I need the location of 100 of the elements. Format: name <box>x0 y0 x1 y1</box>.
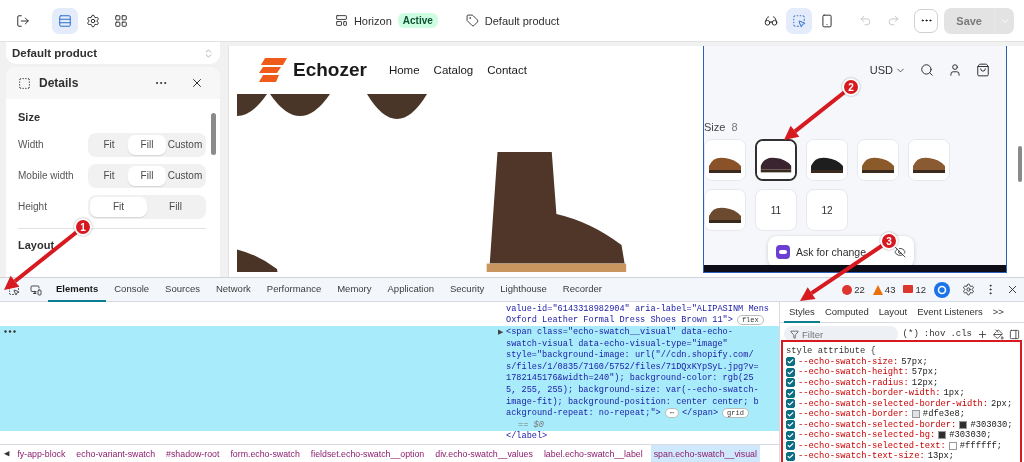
issue-icon <box>903 285 914 294</box>
segment-option[interactable]: Fit <box>90 134 128 155</box>
sidebar-icon <box>1009 328 1020 340</box>
logo-icon <box>259 58 287 82</box>
breadcrumb[interactable]: span.echo-swatch__visual <box>650 445 760 462</box>
size-swatch[interactable]: 11 <box>755 189 797 231</box>
styles-tab[interactable]: Layout <box>873 302 913 323</box>
devtools-tab[interactable]: Memory <box>329 278 380 302</box>
nav-link[interactable]: Home <box>388 64 420 76</box>
segment-option[interactable]: Fit <box>90 165 128 186</box>
nav-link[interactable]: Catalog <box>433 64 474 76</box>
phone-icon <box>820 13 835 28</box>
nav-link[interactable]: Contact <box>487 64 527 76</box>
inspector-button[interactable] <box>786 7 813 34</box>
color-swatch[interactable] <box>911 410 920 419</box>
devtools-tab[interactable]: Elements <box>48 278 107 302</box>
property-name: --echo-swatch-selected-text: <box>798 440 946 451</box>
more-tabs-button[interactable]: >> <box>987 302 1009 323</box>
property-checkbox[interactable] <box>786 388 795 398</box>
code-line: image-fit); background-position: center center; b <box>506 396 759 407</box>
property-checkbox[interactable] <box>786 409 795 419</box>
devtools-tab[interactable]: Security <box>442 278 493 302</box>
styles-tab[interactable]: Computed <box>819 302 874 323</box>
ellipsis-icon[interactable] <box>4 330 16 334</box>
plus-icon <box>977 328 988 340</box>
size-swatch[interactable]: 12 <box>806 189 848 231</box>
segment-option[interactable]: Fit <box>90 196 147 217</box>
filter-tool[interactable]: (*) <box>902 329 919 339</box>
breadcrumb[interactable]: form.echo-swatch <box>227 445 303 462</box>
code-line: 5, 255, 255); background-size: var(--echo-swatch- <box>506 384 759 395</box>
property-name: --echo-swatch-selected-border-width: <box>798 398 989 409</box>
property-checkbox[interactable] <box>786 441 795 451</box>
segment-option[interactable]: Custom <box>166 165 204 186</box>
user-icon <box>948 63 962 77</box>
size-swatch[interactable] <box>755 139 797 181</box>
code-line: value-id="6143318982904" aria-label="ALIPASINM Mens <box>506 303 769 314</box>
segment-option[interactable]: Custom <box>166 134 204 155</box>
ai-assistant-icon[interactable] <box>934 281 950 298</box>
issue-count[interactable]: 12 <box>903 284 926 295</box>
property-checkbox[interactable] <box>786 367 795 377</box>
property-value: #303030; <box>970 419 1013 430</box>
color-swatch[interactable] <box>959 420 968 429</box>
template-select[interactable]: Default product <box>6 42 220 64</box>
code-line: <span class="echo-swatch__visual" data-echo- <box>506 327 733 337</box>
segment-option[interactable]: Fill <box>128 134 166 155</box>
breadcrumb[interactable]: fy-app-block <box>14 445 69 462</box>
section-heading: Layout <box>18 239 56 251</box>
devtools-tab[interactable]: Sources <box>157 278 208 302</box>
segment-option[interactable]: Fill <box>128 165 166 186</box>
bag-icon <box>976 63 990 77</box>
property-name: --echo-swatch-selected-border: <box>798 419 957 430</box>
property-checkbox[interactable] <box>786 357 795 367</box>
undo-icon <box>858 14 872 27</box>
currency-selector[interactable]: USD <box>869 64 893 76</box>
property-checkbox[interactable] <box>786 451 795 461</box>
prompt-label: Ask for change <box>796 246 868 258</box>
property-value: 57px; <box>901 356 928 367</box>
devtools-tab[interactable]: Performance <box>258 278 330 302</box>
apps-icon <box>114 13 128 28</box>
color-swatch[interactable] <box>948 441 957 450</box>
breadcrumb[interactable]: echo-variant-swatch <box>73 445 159 462</box>
segment-option[interactable]: Fill <box>147 196 204 217</box>
field-label: Width <box>18 139 44 150</box>
template-name[interactable]: Default product <box>484 14 560 27</box>
filter-tool[interactable]: :hov <box>923 329 946 339</box>
block-icon <box>18 76 31 90</box>
scroll-left-button[interactable]: ◀ <box>4 448 10 459</box>
code-line: 1782145176&width=240"); background-color: rgb(25 <box>506 373 754 384</box>
breadcrumb[interactable]: #shadow-root <box>163 445 223 462</box>
devtools-tab[interactable]: Lighthouse <box>492 278 555 302</box>
property-checkbox[interactable] <box>786 378 795 388</box>
panel-title: Details <box>39 76 80 90</box>
filter-tool[interactable]: .cls <box>950 329 972 339</box>
property-checkbox[interactable] <box>786 430 795 440</box>
property-checkbox[interactable] <box>786 420 795 430</box>
color-swatch[interactable] <box>938 431 947 440</box>
devtools-tab[interactable]: Console <box>106 278 158 302</box>
filter-input[interactable]: Filter <box>802 328 862 340</box>
property-checkbox[interactable] <box>786 399 795 409</box>
styles-tab[interactable]: Event Listeners <box>912 302 988 323</box>
breadcrumb[interactable]: div.echo-swatch__values <box>432 445 536 462</box>
paint-icon <box>993 328 1004 340</box>
settings-icon <box>86 13 100 28</box>
error-count[interactable]: 22 <box>842 284 865 295</box>
devtools-tab[interactable]: Network <box>207 278 259 302</box>
code-line: </span> <box>681 408 719 419</box>
field-label: Mobile width <box>18 170 74 181</box>
rule-selector: style attribute { <box>786 346 877 357</box>
brand-name[interactable]: Echozer <box>293 59 367 81</box>
breadcrumb[interactable]: label.echo-swatch__label <box>540 445 646 462</box>
tag-icon <box>465 14 479 27</box>
property-value: 12px; <box>911 377 939 388</box>
layout-icon <box>334 14 348 27</box>
chevrons-icon <box>203 47 214 59</box>
devtools-tab[interactable]: Recorder <box>554 278 610 302</box>
breadcrumb[interactable]: fieldset.echo-swatch__option <box>307 445 428 462</box>
warning-count[interactable]: 43 <box>872 284 896 295</box>
property-value: 57px; <box>911 367 939 378</box>
code-line: style="background-image: url("//cdn.shopify.com/ <box>506 350 754 361</box>
devtools-tab[interactable]: Application <box>379 278 442 302</box>
